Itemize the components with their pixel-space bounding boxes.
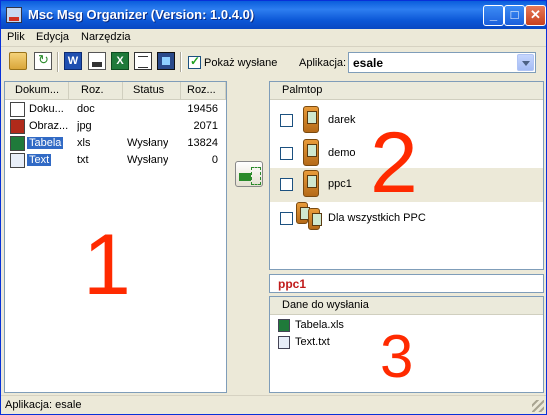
column-size[interactable]: Roz... xyxy=(181,82,226,100)
pda-icon xyxy=(303,170,319,197)
app-logo-icon xyxy=(6,7,22,23)
toolbar-separator xyxy=(57,52,59,72)
excel-icon[interactable]: X xyxy=(111,52,129,70)
doc-size: 19456 xyxy=(187,103,218,115)
pdf-icon[interactable] xyxy=(88,52,106,70)
doc-ext: xls xyxy=(77,137,91,149)
doc-name: Doku... xyxy=(29,103,64,115)
excel-doc-icon xyxy=(10,136,25,151)
pda-icon xyxy=(296,202,310,224)
palmtop-panel: Palmtop darek demo ppc1 Dla wszystkich P… xyxy=(269,81,544,270)
selected-device-label: ppc1 xyxy=(278,277,307,291)
column-document[interactable]: Dokum... xyxy=(5,82,69,100)
device-label: Dla wszystkich PPC xyxy=(328,212,426,224)
show-sent-checkbox[interactable] xyxy=(188,54,201,69)
doc-ext: doc xyxy=(77,103,95,115)
app-window: Msc Msg Organizer (Version: 1.0.4.0) _ □… xyxy=(0,0,547,415)
device-label: darek xyxy=(328,114,356,126)
annotation-number: 2 xyxy=(370,115,418,211)
menu-bar: Plik Edycja Narzędzia xyxy=(1,29,546,47)
menu-edycja[interactable]: Edycja xyxy=(36,31,69,43)
documents-list[interactable]: Dokum... Roz. Status Roz... Doku... doc … xyxy=(4,81,227,393)
device-checkbox[interactable] xyxy=(280,114,293,127)
maximize-button[interactable]: □ xyxy=(504,5,525,26)
device-checkbox[interactable] xyxy=(280,178,293,191)
excel-doc-icon xyxy=(278,319,290,332)
annotation-number: 3 xyxy=(380,323,414,390)
menu-narzedzia[interactable]: Narzędzia xyxy=(81,31,131,43)
file-name: Text.txt xyxy=(295,336,330,348)
pda-icon xyxy=(303,106,319,133)
table-row[interactable]: Text txt Wysłany 0 xyxy=(5,152,226,169)
doc-name: Obraz... xyxy=(29,120,69,132)
table-row[interactable]: Doku... doc 19456 xyxy=(5,101,226,118)
doc-name: Tabela xyxy=(27,137,64,149)
doc-ext: txt xyxy=(77,154,89,166)
jpg-image-icon xyxy=(10,119,25,134)
device-checkbox[interactable] xyxy=(280,147,293,160)
copy-button[interactable] xyxy=(235,161,263,187)
doc-status: Wysłany xyxy=(127,137,169,149)
status-text: Aplikacja: esale xyxy=(5,399,82,411)
column-status[interactable]: Status xyxy=(123,82,181,100)
table-row[interactable]: Obraz... jpg 2071 xyxy=(5,118,226,135)
device-label: ppc1 xyxy=(328,178,352,190)
column-extension[interactable]: Roz. xyxy=(69,82,123,100)
show-sent-label: Pokaż wysłane xyxy=(204,57,278,69)
title-bar[interactable]: Msc Msg Organizer (Version: 1.0.4.0) _ □… xyxy=(1,1,546,29)
text-file-icon xyxy=(10,153,25,168)
doc-ext: jpg xyxy=(77,120,92,132)
device-checkbox[interactable] xyxy=(280,212,293,225)
refresh-icon[interactable] xyxy=(34,52,52,70)
doc-status: Wysłany xyxy=(127,154,169,166)
table-row[interactable]: Tabela xls Wysłany 13824 xyxy=(5,135,226,152)
menu-plik[interactable]: Plik xyxy=(7,31,25,43)
minimize-button[interactable]: _ xyxy=(483,5,504,26)
app-label: Aplikacja: xyxy=(299,57,347,69)
word-doc-icon xyxy=(10,102,25,117)
doc-size: 2071 xyxy=(193,120,218,132)
annotation-number: 1 xyxy=(83,217,131,313)
window-title: Msc Msg Organizer (Version: 1.0.4.0) xyxy=(28,7,255,22)
app-select-value: esale xyxy=(353,56,384,70)
word-icon[interactable]: W xyxy=(64,52,82,70)
chevron-down-icon[interactable] xyxy=(517,54,534,71)
documents-header: Dokum... Roz. Status Roz... xyxy=(5,82,226,100)
open-folder-icon[interactable] xyxy=(9,52,27,70)
pda-icon xyxy=(308,208,322,230)
close-button[interactable]: ✕ xyxy=(525,5,546,26)
image-icon[interactable] xyxy=(157,52,175,70)
device-label: demo xyxy=(328,147,356,159)
doc-name: Text xyxy=(27,154,52,166)
send-data-panel: Dane do wysłania Tabela.xls Text.txt 3 xyxy=(269,296,544,393)
status-bar: Aplikacja: esale xyxy=(1,395,546,414)
send-data-header: Dane do wysłania xyxy=(270,297,543,315)
notepad-icon[interactable] xyxy=(134,52,152,70)
toolbar-separator xyxy=(180,52,182,72)
text-file-icon xyxy=(278,336,290,349)
selected-device-panel: ppc1 xyxy=(269,274,544,293)
palmtop-header: Palmtop xyxy=(270,82,543,100)
app-select[interactable]: esale xyxy=(348,52,536,73)
doc-size: 0 xyxy=(211,154,218,166)
pda-icon xyxy=(303,139,319,166)
file-name: Tabela.xls xyxy=(295,319,344,331)
resize-grip-icon[interactable] xyxy=(532,400,544,412)
doc-size: 13824 xyxy=(187,137,218,149)
